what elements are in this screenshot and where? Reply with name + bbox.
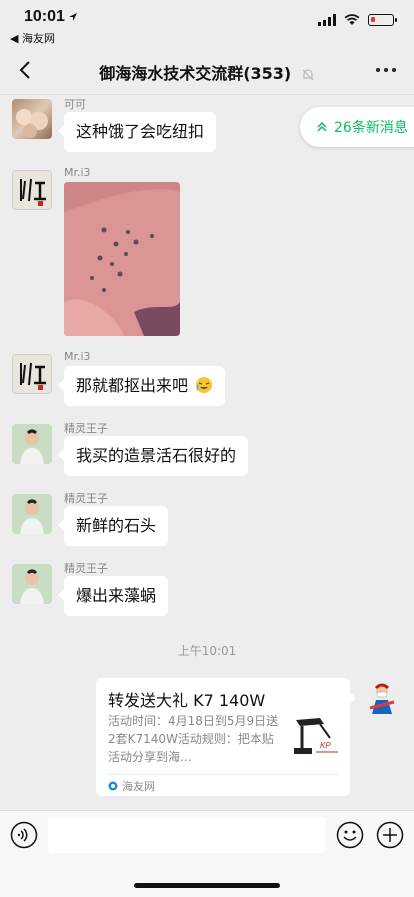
status-bar: 10:01 ◀ 海友网 <box>0 0 414 46</box>
cellular-signal-icon <box>318 14 336 26</box>
chat-title: 御海海水技术交流群(353) <box>0 60 414 84</box>
location-arrow-icon <box>69 13 77 21</box>
avatar[interactable] <box>12 354 52 394</box>
message-bubble[interactable]: 爆出来藻蜗 <box>57 576 169 616</box>
masked-figure-avatar-art <box>369 683 395 714</box>
calligraphy-avatar-art <box>20 362 46 390</box>
double-chevron-up-icon <box>317 121 327 132</box>
group-name: 御海海水技术交流群(353) <box>99 64 292 83</box>
calligraphy-avatar-art <box>20 178 46 206</box>
avatar[interactable] <box>12 170 52 210</box>
person-photo <box>12 494 52 534</box>
sender-name: 精灵王子 <box>64 492 108 505</box>
sender-name: Mr.i3 <box>64 350 91 363</box>
battery-icon <box>368 14 397 26</box>
card-description: 活动时间：4月18日到5月9日送2套K7140W活动规则：把本贴活动分享到海..… <box>108 714 279 764</box>
emoji-icon[interactable] <box>336 821 364 849</box>
card-title: 转发送大礼 K7 140W <box>108 691 266 710</box>
status-time: 10:01 <box>24 8 65 25</box>
source-app-icon <box>108 781 118 791</box>
sender-name: 精灵王子 <box>64 562 108 575</box>
plus-icon[interactable] <box>376 821 404 849</box>
message-bubble[interactable]: 新鲜的石头 <box>57 506 169 546</box>
card-thumbnail-lamp: KP <box>294 718 338 754</box>
avatar[interactable] <box>12 494 52 534</box>
mute-bell-icon <box>302 68 314 80</box>
more-options-button[interactable] <box>376 68 396 72</box>
message-image[interactable] <box>64 182 180 336</box>
sender-name: 精灵王子 <box>64 422 108 435</box>
card-source-label: 海友网 <box>122 780 155 793</box>
message-input[interactable] <box>48 817 326 853</box>
sender-name: Mr.i3 <box>64 166 91 179</box>
shared-link-card[interactable]: 转发送大礼 K7 140W 活动时间：4月18日到5月9日送2套K7140W活动… <box>96 678 356 796</box>
voice-input-icon[interactable] <box>10 821 38 849</box>
card-source: 海友网 <box>108 774 338 794</box>
back-to-app-link[interactable]: ◀ 海友网 <box>10 30 55 46</box>
chat-input-bar <box>0 810 414 897</box>
person-photo <box>12 424 52 464</box>
message-bubble[interactable]: 我买的造景活石很好的 <box>57 436 249 476</box>
person-photo <box>12 564 52 604</box>
new-messages-button[interactable]: 26条新消息 <box>300 107 414 147</box>
system-icons <box>318 14 397 26</box>
sender-name: 可可 <box>64 98 86 111</box>
my-avatar[interactable] <box>362 678 402 718</box>
avatar-photo <box>16 109 48 138</box>
avatar[interactable] <box>12 564 52 604</box>
message-bubble[interactable]: 那就都抠出来吧 <box>57 366 226 406</box>
message-timestamp: 上午10:01 <box>177 644 237 658</box>
chat-header: 御海海水技术交流群(353) <box>0 46 414 95</box>
message-text: 那就都抠出来吧 <box>76 376 189 395</box>
new-messages-label: 26条新消息 <box>334 120 408 136</box>
avatar[interactable] <box>12 99 52 139</box>
svg-text:KP: KP <box>320 741 331 750</box>
avatar[interactable] <box>12 424 52 464</box>
home-indicator <box>134 883 280 888</box>
hand-photo <box>64 182 180 336</box>
crying-laughing-emoji-icon <box>196 377 213 393</box>
wifi-icon <box>344 14 360 25</box>
message-bubble[interactable]: 这种饿了会吃纽扣 <box>57 112 217 152</box>
